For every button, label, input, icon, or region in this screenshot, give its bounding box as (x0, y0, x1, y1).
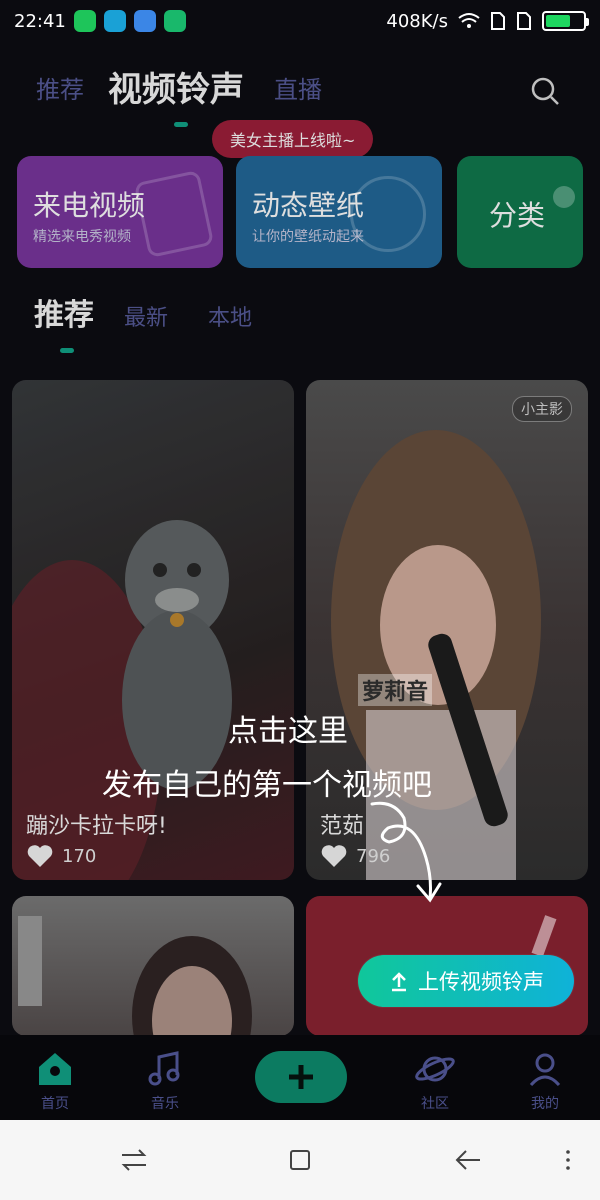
section-tab-latest[interactable]: 最新 (124, 300, 168, 332)
card-title: 分类 (489, 199, 546, 232)
card-subtitle: 精选来电秀视频 (33, 229, 131, 245)
nav-music-label: 音乐 (151, 1096, 179, 1112)
phone-decoration-icon (133, 169, 215, 259)
usb-icon (163, 10, 186, 32)
upload-button-label: 上传视频铃声 (418, 970, 544, 994)
heart-icon[interactable] (26, 844, 54, 868)
heart-icon[interactable] (320, 844, 348, 868)
card-title: 动态壁纸 (252, 189, 365, 222)
video-thumbnail-cat (12, 380, 294, 880)
search-icon[interactable] (530, 76, 560, 106)
tab-video-ringtone[interactable]: 视频铃声 (108, 62, 244, 111)
likes-count: 170 (62, 845, 97, 867)
upload-video-ringtone-button[interactable]: 上传视频铃声 (358, 955, 574, 1007)
network-speed: 408K/s (386, 10, 448, 32)
nav-community-label: 社区 (421, 1096, 449, 1112)
switch-apps-icon[interactable] (118, 1144, 150, 1176)
home-icon (39, 1053, 71, 1085)
nav-community[interactable]: 社区 (390, 1047, 480, 1113)
video-thumbnail-portrait (18, 916, 252, 1036)
live-announcement-pill[interactable]: 美女主播上线啦~ (212, 120, 374, 158)
music-icon (148, 1051, 180, 1086)
status-bar: 22:41 408K/s (0, 0, 600, 42)
bottom-nav: 首页 音乐 社区 我的 (0, 1035, 600, 1120)
nav-music[interactable]: 音乐 (120, 1047, 210, 1113)
hint-arrow-icon (370, 801, 442, 903)
section-tab-indicator (60, 348, 74, 353)
nav-profile[interactable]: 我的 (500, 1047, 590, 1113)
upload-icon (392, 972, 406, 992)
nav-profile-label: 我的 (531, 1096, 559, 1112)
category-decoration-icon (553, 186, 575, 208)
menu-icon[interactable] (552, 1144, 584, 1176)
app-notification-icon (133, 10, 156, 32)
video-title: 蹦沙卡拉卡呀! (26, 814, 167, 839)
back-icon[interactable] (452, 1144, 484, 1176)
sim-icon (517, 12, 531, 30)
user-icon (529, 1053, 561, 1087)
card-category[interactable]: 分类 (457, 156, 583, 268)
status-time: 22:41 (14, 10, 66, 32)
nav-home[interactable]: 首页 (10, 1047, 100, 1113)
section-tab-recommend[interactable]: 推荐 (34, 290, 94, 334)
card-incoming-call-video[interactable]: 来电视频 精选来电秀视频 (17, 156, 223, 268)
video-card[interactable]: 蹦沙卡拉卡呀! 170 (12, 380, 294, 880)
top-nav: 推荐 视频铃声 直播 (0, 50, 600, 127)
system-navigation-bar (0, 1120, 600, 1200)
home-key-icon[interactable] (284, 1144, 316, 1176)
video-likes: 170 (26, 844, 96, 868)
video-caption: 萝莉音 (358, 674, 433, 706)
section-tab-local[interactable]: 本地 (208, 300, 252, 332)
sim-icon (491, 12, 505, 30)
video-card[interactable] (12, 896, 294, 1036)
video-title: 范茹 (320, 814, 365, 839)
nav-home-label: 首页 (41, 1096, 69, 1112)
gear-decoration-icon (350, 176, 426, 252)
app-notification-icon (73, 10, 96, 32)
tab-recommend[interactable]: 推荐 (36, 70, 84, 105)
wifi-icon (458, 13, 480, 28)
create-post-button[interactable] (255, 1051, 347, 1103)
video-badge: 小主影 (512, 396, 572, 422)
card-title: 来电视频 (33, 189, 146, 222)
tab-live[interactable]: 直播 (274, 70, 322, 105)
battery-icon (542, 11, 589, 31)
app-notification-icon (103, 10, 126, 32)
active-tab-indicator (174, 122, 188, 127)
plus-icon (289, 1065, 313, 1089)
card-subtitle: 让你的壁纸动起来 (252, 229, 364, 245)
upload-hint-line1: 点击这里 (228, 714, 348, 749)
card-live-wallpaper[interactable]: 动态壁纸 让你的壁纸动起来 (236, 156, 442, 268)
live-pill-text: 美女主播上线啦~ (230, 131, 356, 150)
planet-icon (415, 1056, 455, 1082)
